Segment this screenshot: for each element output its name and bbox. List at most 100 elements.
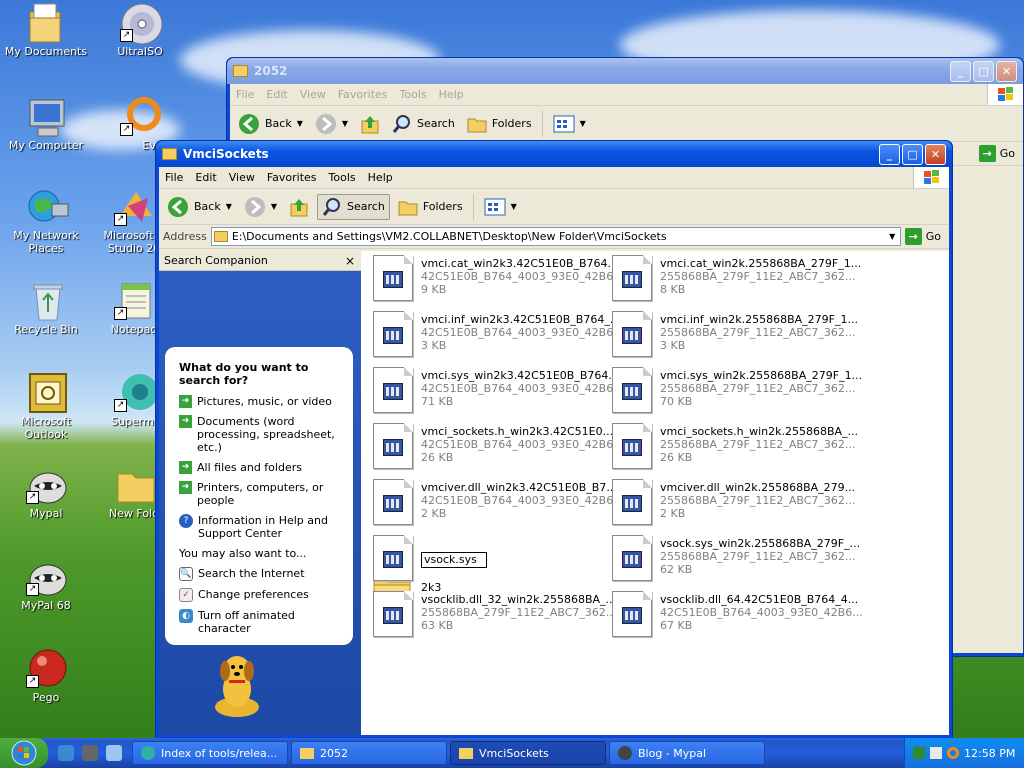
file-item[interactable]: vsocklib.dll_32_win2k.255868BA_... 255868… [373, 591, 616, 643]
menu-file[interactable]: File [159, 171, 189, 184]
file-name: vmci.inf_win2k.255868BA_279F_1... [660, 313, 858, 326]
file-item[interactable]: vsocklib.dll_64.42C51E0B_B764_4... 42C51E… [612, 591, 863, 643]
monitor-tray-icon[interactable] [930, 747, 942, 759]
desktop-icon-ultraiso[interactable]: ↗ UltraISO [92, 2, 188, 58]
go-arrow-icon: → [904, 228, 922, 245]
menu-favorites[interactable]: Favorites [332, 88, 394, 101]
network-tray-icon[interactable] [913, 747, 925, 759]
file-item[interactable]: vmci.cat_win2k.255868BA_279F_1... 255868B… [612, 255, 861, 307]
search-option-documents[interactable]: ➜ Documents (word processing, spreadsheet… [179, 415, 345, 454]
clock[interactable]: 12:58 PM [964, 747, 1015, 760]
file-size: 62 KB [660, 563, 693, 576]
file-item[interactable]: vmciver.dll_win2k3.42C51E0B_B7... 42C51E0… [373, 479, 624, 531]
toolbar: Back ▼ ▼ Search Folders ▼ [159, 189, 949, 225]
menu-tools[interactable]: Tools [394, 88, 433, 101]
menu-view[interactable]: View [223, 171, 261, 184]
title-bar[interactable]: 2052 _ □ ✕ [227, 58, 1023, 84]
file-name: vmciver.dll_win2k3.42C51E0B_B7... [421, 481, 617, 494]
file-name: vmci_sockets.h_win2k.255868BA_... [660, 425, 859, 438]
file-item[interactable]: vsock.sys_win2k.255868BA_279F_... 255868B… [612, 535, 860, 587]
back-button[interactable]: Back ▼ [234, 111, 307, 137]
desktop-icon-pego[interactable]: ↗ Pego [0, 648, 94, 704]
desktop-icon-my-documents[interactable]: My Documents [0, 2, 94, 58]
file-item[interactable]: vmci.sys_win2k.255868BA_279F_1... 255868B… [612, 367, 862, 419]
minimize-button[interactable]: _ [950, 60, 971, 82]
address-dropdown-icon[interactable]: ▼ [885, 228, 900, 245]
task-vmcisockets[interactable]: VmciSockets [450, 741, 606, 765]
search-internet-link[interactable]: 🔍 Search the Internet [179, 567, 345, 581]
minimize-button[interactable]: _ [879, 143, 900, 165]
show-desktop-icon[interactable] [106, 745, 122, 761]
back-button[interactable]: Back ▼ [163, 194, 236, 220]
file-item[interactable]: vmci.inf_win2k3.42C51E0B_B764_... 42C51E0… [373, 311, 624, 363]
browser-icon: ↗ [114, 372, 158, 412]
search-option-all-files[interactable]: ➜ All files and folders [179, 461, 345, 474]
task-2052[interactable]: 2052 [291, 741, 447, 765]
desktop-icon-my-computer[interactable]: My Computer [0, 96, 94, 152]
search-option-pictures[interactable]: ➜ Pictures, music, or video [179, 395, 345, 408]
file-item[interactable]: vmciver.dll_win2k.255868BA_279... 255868B… [612, 479, 855, 531]
search-dog-character-icon[interactable] [207, 649, 269, 721]
title-bar[interactable]: VmciSockets _ □ ✕ [156, 141, 952, 167]
folder-icon [300, 747, 314, 759]
menu-view[interactable]: View [294, 88, 332, 101]
file-item[interactable]: vmci.cat_win2k3.42C51E0B_B764... 42C51E0B… [373, 255, 624, 307]
forward-button[interactable]: ▼ [311, 111, 352, 137]
up-folder-button[interactable] [356, 112, 384, 136]
system-file-icon [612, 423, 652, 469]
up-folder-icon [361, 115, 379, 133]
menu-edit[interactable]: Edit [260, 88, 293, 101]
menu-help[interactable]: Help [362, 171, 399, 184]
menu-file[interactable]: File [230, 88, 260, 101]
search-option-printers[interactable]: ➜ Printers, computers, or people [179, 481, 345, 507]
views-button[interactable]: ▼ [549, 113, 590, 135]
address-bar: Address E:\Documents and Settings\VM2.CO… [159, 225, 949, 249]
mypal-icon[interactable] [82, 745, 98, 761]
file-description: 42C51E0B_B764_4003_93E0_42B6... [421, 494, 624, 507]
desktop-icon-recycle-bin[interactable]: Recycle Bin [0, 280, 94, 336]
ie-icon[interactable] [58, 745, 74, 761]
up-folder-button[interactable] [285, 195, 313, 219]
maximize-button[interactable]: □ [902, 143, 923, 165]
forward-arrow-icon [315, 113, 336, 134]
address-input[interactable]: E:\Documents and Settings\VM2.COLLABNET\… [210, 227, 901, 246]
desktop-icon-outlook[interactable]: Microsoft Outlook [0, 372, 94, 441]
folders-button[interactable]: Folders [394, 196, 467, 218]
go-button[interactable]: → Go [978, 145, 1023, 162]
desktop-icon-network-places[interactable]: My Network Places [0, 186, 94, 255]
menu-favorites[interactable]: Favorites [261, 171, 323, 184]
go-arrow-icon: → [978, 145, 996, 162]
start-button[interactable] [0, 738, 48, 768]
task-blog-mypal[interactable]: Blog - Mypal [609, 741, 765, 765]
search-option-help[interactable]: ? Information in Help and Support Center [179, 514, 345, 540]
file-item[interactable]: vmci.sys_win2k3.42C51E0B_B764... 42C51E0B… [373, 367, 624, 419]
menu-edit[interactable]: Edit [189, 171, 222, 184]
close-icon[interactable]: × [345, 254, 355, 268]
turn-off-character-link[interactable]: ◐ Turn off animated character [179, 609, 345, 635]
menu-tools[interactable]: Tools [323, 171, 362, 184]
maximize-button[interactable]: □ [973, 60, 994, 82]
search-tray-icon[interactable] [947, 747, 959, 759]
preferences-icon: ✓ [179, 588, 193, 602]
rename-input[interactable]: vsock.sys [421, 552, 487, 568]
go-button[interactable]: → Go [904, 228, 949, 245]
desktop-icon-mypal[interactable]: ↗ Mypal [0, 464, 94, 520]
file-item[interactable]: vmci.inf_win2k.255868BA_279F_1... 255868B… [612, 311, 858, 363]
system-file-icon [373, 367, 413, 413]
forward-button[interactable]: ▼ [240, 194, 281, 220]
desktop-icon-mypal-68[interactable]: ↗ MyPal 68 [0, 556, 94, 612]
views-button[interactable]: ▼ [480, 196, 521, 218]
task-index-of-tools[interactable]: Index of tools/relea... [132, 741, 288, 765]
file-item[interactable]: vmci_sockets.h_win2k3.42C51E0... 42C51E0B… [373, 423, 624, 475]
search-button[interactable]: Search [317, 193, 390, 220]
menu-help[interactable]: Help [433, 88, 470, 101]
folders-button[interactable]: Folders [463, 113, 536, 135]
file-item[interactable]: vsock.sys [373, 535, 611, 587]
search-button[interactable]: Search [388, 112, 459, 136]
file-item[interactable]: vmci_sockets.h_win2k.255868BA_... 255868B… [612, 423, 858, 475]
close-button[interactable]: ✕ [925, 143, 946, 165]
search-companion-header: Search Companion × [159, 251, 361, 271]
close-button[interactable]: ✕ [996, 60, 1017, 82]
change-preferences-link[interactable]: ✓ Change preferences [179, 588, 345, 602]
file-name: vsock.sys_win2k.255868BA_279F_... [660, 537, 861, 550]
